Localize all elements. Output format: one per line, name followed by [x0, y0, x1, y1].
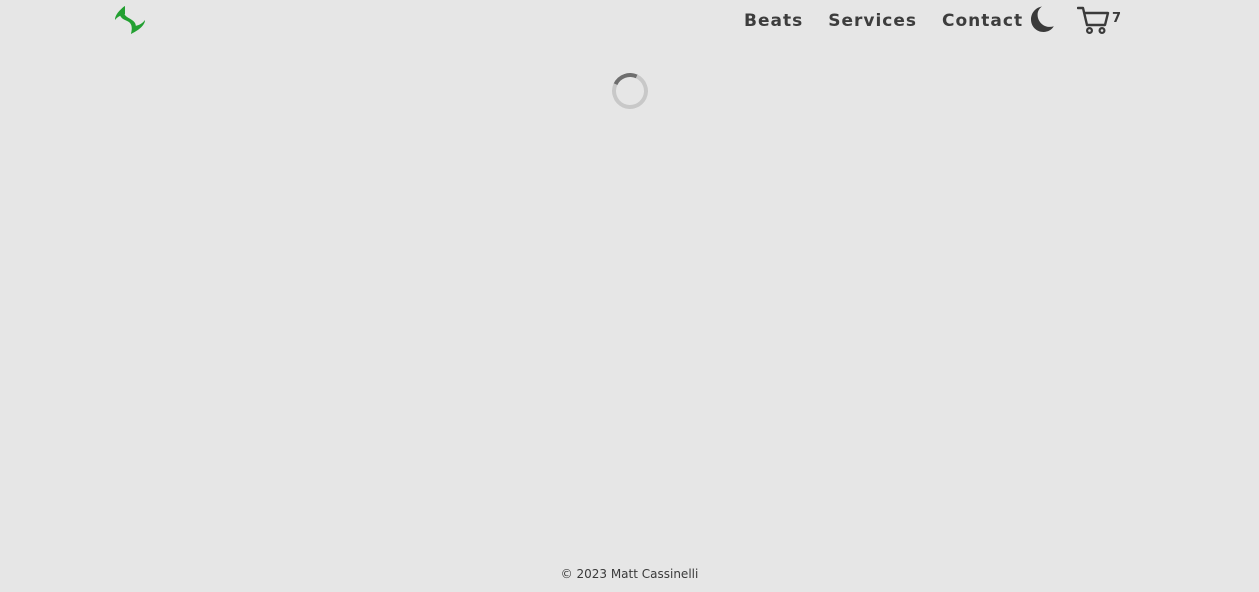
page: Beats Services Contact 7 © 2023 Matt Cas… [0, 0, 1259, 592]
site-footer: © 2023 Matt Cassinelli [0, 566, 1259, 582]
nav-link-contact[interactable]: Contact [942, 8, 1023, 34]
site-header: Beats Services Contact 7 [0, 0, 1259, 40]
cart-count-badge: 7 [1112, 11, 1122, 26]
cart-icon [1077, 6, 1110, 35]
copyright-text: © 2023 Matt Cassinelli [560, 567, 699, 581]
nav-link-beats[interactable]: Beats [744, 8, 803, 34]
logo-icon[interactable] [114, 4, 146, 36]
main-nav: Beats Services Contact [744, 8, 1023, 34]
loading-spinner [606, 67, 654, 115]
moon-icon[interactable] [1027, 5, 1055, 33]
cart-button[interactable]: 7 [1077, 5, 1125, 35]
nav-link-services[interactable]: Services [828, 8, 917, 34]
